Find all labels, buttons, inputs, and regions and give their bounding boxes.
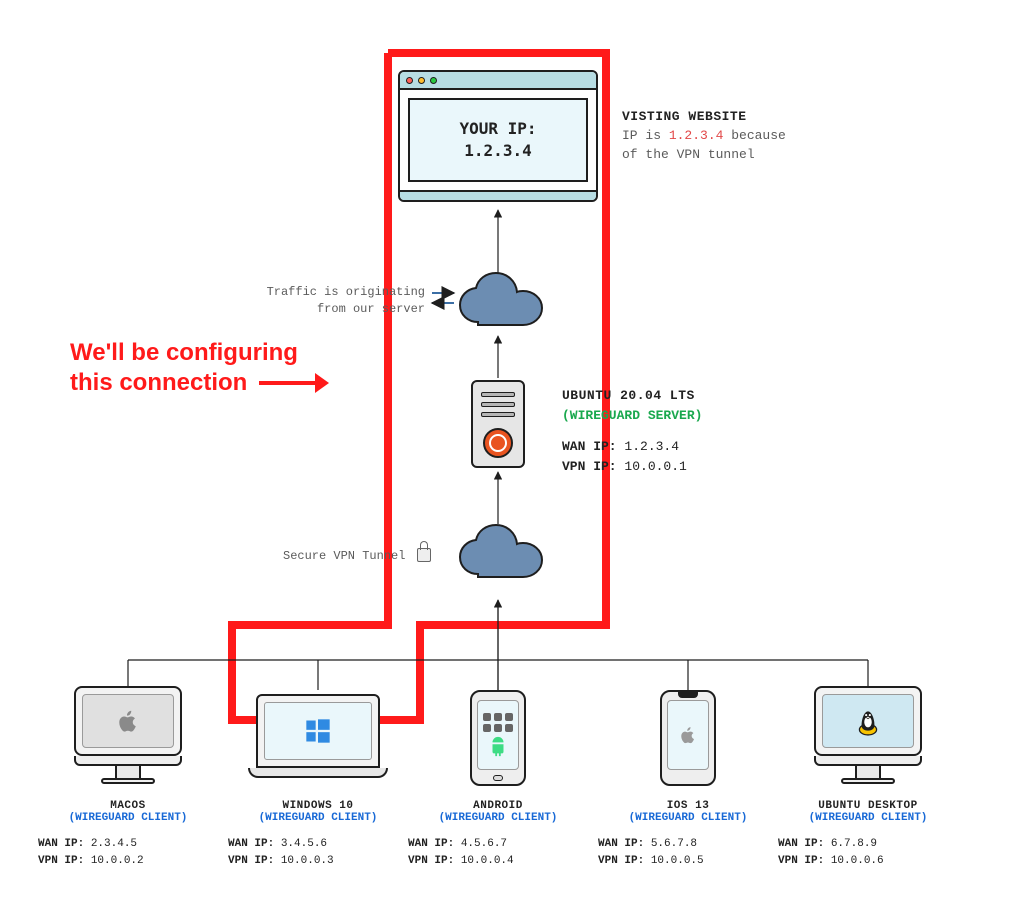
vpn-key: VPN IP: — [778, 855, 824, 867]
wan-key: WAN IP: — [598, 838, 644, 850]
wan-val: 3.4.5.6 — [281, 838, 327, 850]
callout-text: We'll be configuring this connection — [70, 338, 329, 398]
wan-key: WAN IP: — [38, 838, 84, 850]
client-block-ubuntu: UBUNTU DESKTOP (WIREGUARD CLIENT) WAN IP… — [778, 800, 958, 870]
client-role: (WIREGUARD CLIENT) — [598, 812, 778, 824]
android-logo-icon — [487, 736, 509, 758]
traffic-light-zoom-icon — [430, 77, 437, 84]
vpn-key: VPN IP: — [38, 855, 84, 867]
browser-window: YOUR IP: 1.2.3.4 — [398, 70, 598, 202]
client-os: WINDOWS 10 — [228, 800, 408, 812]
server-vpn-val: 10.0.0.1 — [624, 459, 686, 474]
browser-base — [400, 190, 596, 200]
browser-viewport: YOUR IP: 1.2.3.4 — [408, 98, 588, 182]
client-os: IOS 13 — [598, 800, 778, 812]
callout-arrow-icon — [259, 369, 329, 397]
vpn-key: VPN IP: — [228, 855, 274, 867]
client-block-macos: MACOS (WIREGUARD CLIENT) WAN IP: 2.3.4.5… — [38, 800, 218, 870]
client-block-ios: IOS 13 (WIREGUARD CLIENT) WAN IP: 5.6.7.… — [598, 800, 778, 870]
vpn-val: 10.0.0.6 — [831, 855, 884, 867]
tunnel-label: Secure VPN Tunnel — [283, 548, 431, 563]
tunnel-label-text: Secure VPN Tunnel — [283, 549, 405, 563]
wan-key: WAN IP: — [778, 838, 824, 850]
device-ios-icon — [660, 690, 716, 786]
website-caption-line2: of the VPN tunnel — [622, 146, 786, 165]
client-os: ANDROID — [408, 800, 588, 812]
device-ubuntu-desktop-icon — [814, 686, 922, 784]
cloud-vpn-icon — [452, 524, 552, 588]
server-os-label: UBUNTU 20.04 LTS — [562, 386, 702, 406]
traffic-label-l2: from our server — [250, 301, 425, 318]
wan-key: WAN IP: — [408, 838, 454, 850]
vpn-val: 10.0.0.3 — [281, 855, 334, 867]
ip-value: 1.2.3.4 — [459, 140, 536, 162]
website-caption-line1: IP is 1.2.3.4 because — [622, 127, 786, 146]
vpn-val: 10.0.0.5 — [651, 855, 704, 867]
server-wan-key: WAN IP: — [562, 439, 617, 454]
server-tower-icon — [471, 380, 525, 468]
apple-logo-icon — [678, 725, 698, 745]
server-wan-val: 1.2.3.4 — [624, 439, 679, 454]
ubuntu-logo-icon — [483, 428, 513, 458]
server-role-label: (WIREGUARD SERVER) — [562, 406, 702, 426]
vpn-key: VPN IP: — [598, 855, 644, 867]
apple-logo-icon — [115, 708, 141, 734]
website-caption: VISTING WEBSITE IP is 1.2.3.4 because of… — [622, 108, 786, 165]
client-block-windows: WINDOWS 10 (WIREGUARD CLIENT) WAN IP: 3.… — [228, 800, 408, 870]
client-role: (WIREGUARD CLIENT) — [38, 812, 218, 824]
client-role: (WIREGUARD CLIENT) — [228, 812, 408, 824]
diagram-stage: YOUR IP: 1.2.3.4 VISTING WEBSITE IP is 1… — [0, 0, 1024, 911]
client-role: (WIREGUARD CLIENT) — [778, 812, 958, 824]
wan-val: 4.5.6.7 — [461, 838, 507, 850]
callout-line2: this connection — [70, 368, 247, 398]
windows-logo-icon — [304, 717, 332, 745]
device-macos-icon — [74, 686, 182, 784]
server-vpn-key: VPN IP: — [562, 459, 617, 474]
website-caption-prefix: IP is — [622, 128, 669, 143]
traffic-light-close-icon — [406, 77, 413, 84]
client-block-android: ANDROID (WIREGUARD CLIENT) WAN IP: 4.5.6… — [408, 800, 588, 870]
device-android-icon — [470, 690, 526, 786]
traffic-origin-label: Traffic is originating from our server — [250, 284, 425, 318]
callout-line1: We'll be configuring — [70, 338, 329, 368]
website-caption-suffix: because — [723, 128, 785, 143]
website-caption-ip: 1.2.3.4 — [669, 128, 724, 143]
server-caption: UBUNTU 20.04 LTS (WIREGUARD SERVER) WAN … — [562, 386, 702, 476]
traffic-label-l1: Traffic is originating — [250, 284, 425, 301]
wan-val: 5.6.7.8 — [651, 838, 697, 850]
client-os: MACOS — [38, 800, 218, 812]
vpn-val: 10.0.0.4 — [461, 855, 514, 867]
wan-val: 2.3.4.5 — [91, 838, 137, 850]
device-windows-icon — [256, 694, 380, 778]
tux-icon — [855, 706, 881, 736]
vpn-val: 10.0.0.2 — [91, 855, 144, 867]
browser-titlebar — [400, 72, 596, 90]
client-os: UBUNTU DESKTOP — [778, 800, 958, 812]
ip-label: YOUR IP: — [459, 118, 536, 140]
wan-val: 6.7.8.9 — [831, 838, 877, 850]
website-caption-title: VISTING WEBSITE — [622, 108, 786, 127]
client-role: (WIREGUARD CLIENT) — [408, 812, 588, 824]
traffic-light-minimize-icon — [418, 77, 425, 84]
wan-key: WAN IP: — [228, 838, 274, 850]
cloud-internet-icon — [452, 272, 552, 336]
lock-icon — [417, 548, 431, 562]
vpn-key: VPN IP: — [408, 855, 454, 867]
